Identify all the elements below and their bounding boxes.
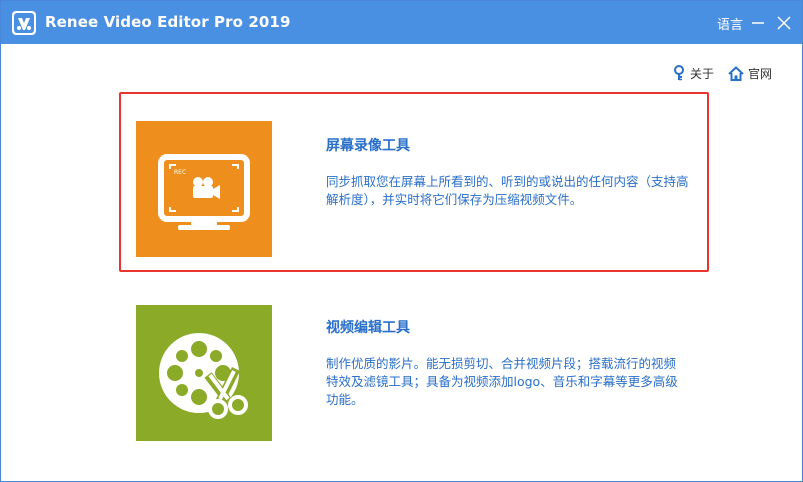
language-button[interactable]: 语言 [717,14,743,33]
website-link[interactable]: 官网 [728,64,772,82]
home-icon [728,65,744,81]
video-editor-card[interactable]: 视频编辑工具 制作优质的影片。能无损剪切、合并视频片段；搭载流行的视频特效及滤镜… [119,295,709,475]
video-editor-tile[interactable] [136,305,272,441]
about-label: 关于 [690,66,715,81]
video-editor-description: 制作优质的影片。能无损剪切、合并视频片段；搭载流行的视频特效及滤镜工具；具备为视… [326,356,678,407]
screen-recorder-icon: REC [158,154,250,230]
rec-label: REC [174,169,186,176]
about-link[interactable]: 关于 [672,64,714,82]
minimize-icon[interactable] [746,11,770,35]
screen-recorder-tile[interactable]: REC [136,121,272,257]
screen-recorder-title[interactable]: 屏幕录像工具 [326,135,410,155]
website-label: 官网 [748,66,773,81]
screen-recorder-card[interactable]: REC 屏幕录像工具 同步抓取您在屏幕上所看到的、听到的或说出的任何内容（支持高… [119,92,709,272]
title-bar[interactable]: Renee Video Editor Pro 2019 语言 [1,1,802,44]
app-logo-icon [12,11,36,35]
screen-recorder-description: 同步抓取您在屏幕上所看到的、听到的或说出的任何内容（支持高解析度），并实时将它们… [326,174,689,207]
film-reel-scissors-icon [159,333,248,419]
app-window: Renee Video Editor Pro 2019 语言 关于 官网 REC… [0,0,803,482]
video-editor-title[interactable]: 视频编辑工具 [326,317,410,337]
key-icon [674,65,684,81]
close-icon[interactable] [772,11,796,35]
app-title: Renee Video Editor Pro 2019 [45,13,291,31]
